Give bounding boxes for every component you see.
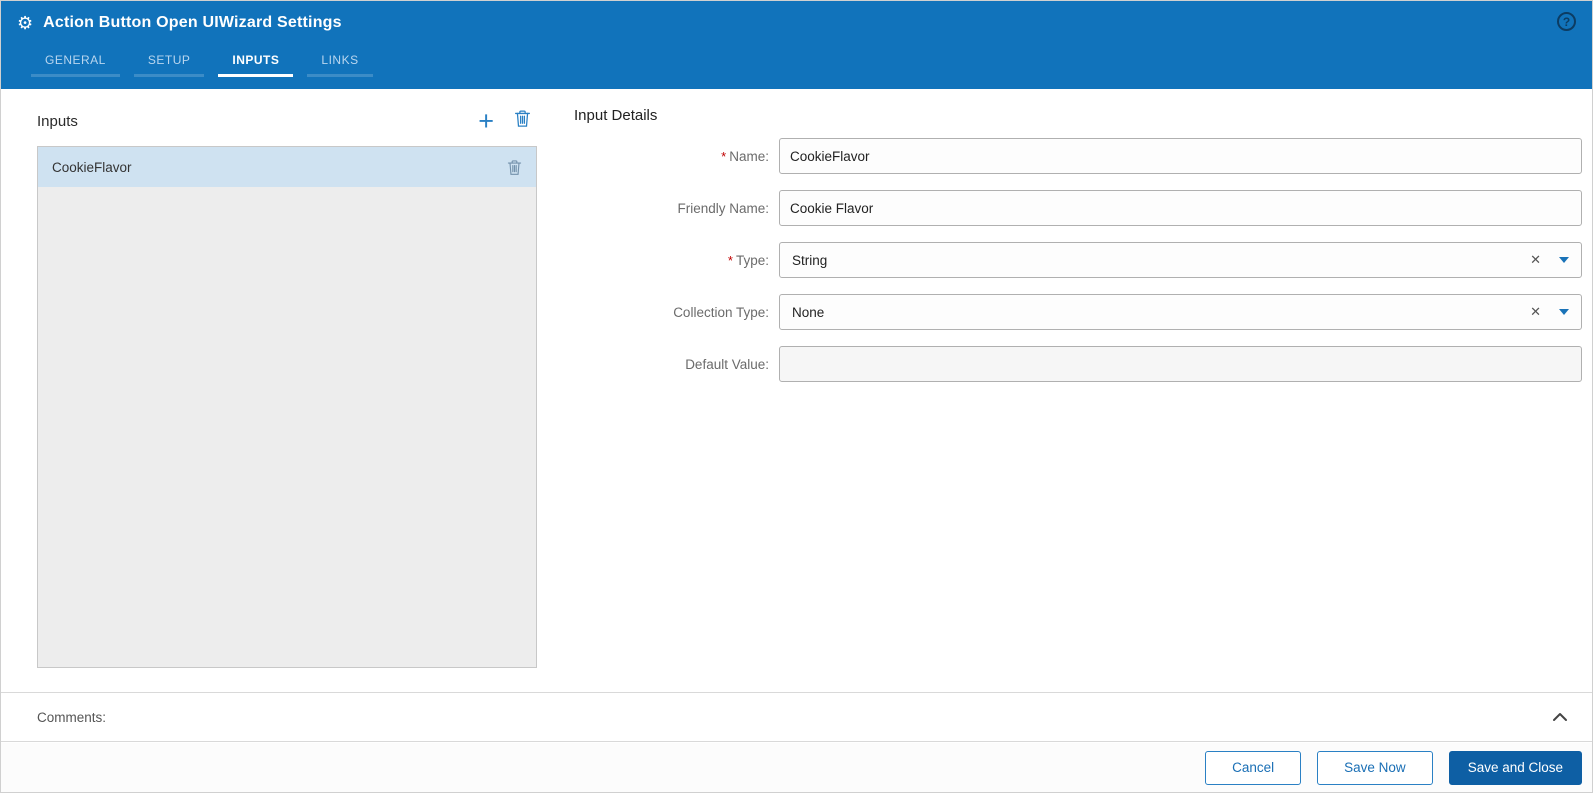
name-label: * Name: — [557, 149, 779, 164]
dialog-footer: Cancel Save Now Save and Close — [1, 743, 1592, 792]
comments-label: Comments: — [37, 709, 107, 725]
label-text: Type: — [735, 252, 769, 268]
collection-type-select[interactable]: None ✕ — [779, 294, 1582, 330]
default-value-label: Default Value: — [557, 357, 779, 372]
collection-type-select-value: None — [792, 304, 825, 320]
cancel-button[interactable]: Cancel — [1205, 750, 1302, 785]
help-icon[interactable]: ? — [1557, 12, 1576, 31]
inputs-list: CookieFlavor — [37, 146, 537, 668]
friendly-name-input[interactable] — [779, 190, 1582, 226]
input-details-panel: Input Details *Name: Friendly Name: *Typ… — [557, 107, 1582, 398]
tab-links[interactable]: LINKS — [307, 49, 373, 77]
add-input-button[interactable]: + — [478, 108, 494, 135]
tab-setup[interactable]: SETUP — [133, 49, 205, 77]
chevron-down-icon[interactable] — [1559, 257, 1569, 263]
default-value-input[interactable] — [779, 346, 1582, 382]
settings-dialog: ⚙ Action Button Open UIWizard Settings ?… — [0, 0, 1593, 793]
chevron-down-icon[interactable] — [1559, 309, 1569, 315]
type-label: * Type: — [557, 253, 779, 268]
tab-general[interactable]: GENERAL — [31, 49, 120, 77]
label-text: Default Value: — [685, 356, 769, 372]
trash-icon — [515, 110, 530, 127]
label-text: Friendly Name: — [677, 200, 769, 216]
gear-icon: ⚙ — [17, 13, 34, 33]
type-select[interactable]: String ✕ — [779, 242, 1582, 278]
inputs-panel-header: Inputs + — [37, 107, 537, 135]
input-details-form: *Name: Friendly Name: *Type: String ✕ — [557, 138, 1582, 382]
clear-icon[interactable]: ✕ — [1530, 252, 1541, 268]
field-row-collection-type: Collection Type: None ✕ — [557, 294, 1582, 330]
field-row-type: * Type: String ✕ — [557, 242, 1582, 278]
collection-type-label: Collection Type: — [557, 305, 779, 320]
save-now-button[interactable]: Save Now — [1317, 750, 1433, 785]
trash-icon — [507, 159, 522, 175]
chevron-up-icon[interactable] — [1548, 708, 1572, 726]
inputs-panel: Inputs + CookieFlavor — [37, 107, 537, 668]
friendly-name-label: Friendly Name: — [557, 201, 779, 216]
label-text: Collection Type: — [673, 304, 769, 320]
input-details-title: Input Details — [574, 107, 658, 124]
type-select-value: String — [792, 252, 828, 268]
required-asterisk: * — [727, 252, 733, 268]
list-item-label: CookieFlavor — [52, 159, 132, 175]
field-row-friendly-name: Friendly Name: — [557, 190, 1582, 226]
required-asterisk: * — [721, 148, 727, 164]
delete-item-button[interactable] — [507, 159, 522, 176]
name-input[interactable] — [779, 138, 1582, 174]
label-text: Name: — [729, 148, 769, 164]
field-row-default-value: Default Value: — [557, 346, 1582, 382]
tab-bar: GENERAL SETUP INPUTS LINKS — [31, 49, 1592, 77]
inputs-panel-title: Inputs — [37, 112, 78, 130]
tab-inputs[interactable]: INPUTS — [218, 49, 294, 77]
save-and-close-button[interactable]: Save and Close — [1448, 750, 1582, 785]
dialog-title: Action Button Open UIWizard Settings — [43, 14, 342, 31]
list-item[interactable]: CookieFlavor — [38, 147, 536, 187]
header-title-row: ⚙ Action Button Open UIWizard Settings — [1, 1, 1592, 45]
comments-bar: Comments: — [1, 692, 1592, 742]
dialog-header: ⚙ Action Button Open UIWizard Settings ?… — [1, 1, 1592, 89]
clear-icon[interactable]: ✕ — [1530, 304, 1541, 320]
delete-input-button[interactable] — [514, 109, 531, 133]
field-row-name: * Name: — [557, 138, 1582, 174]
